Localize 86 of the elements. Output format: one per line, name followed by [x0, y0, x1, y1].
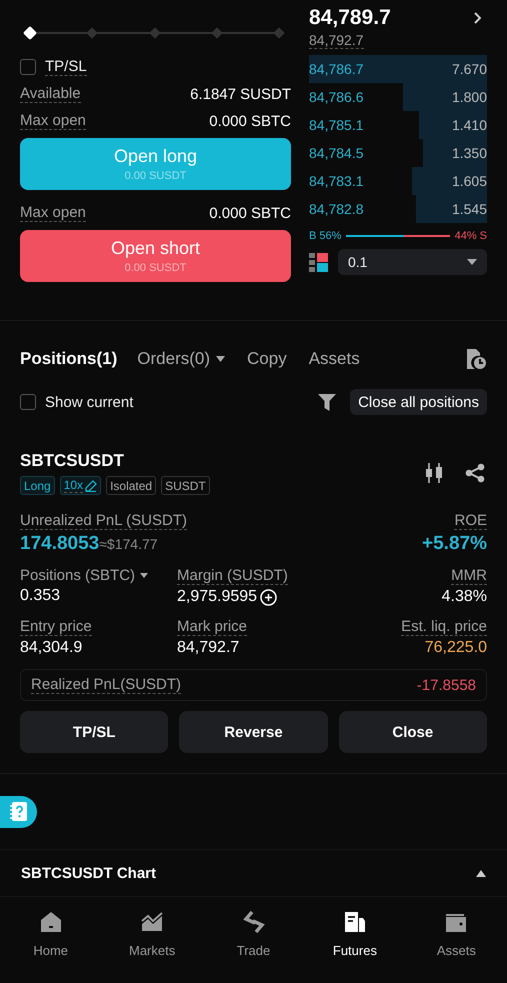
- bid-quantity: 1.545: [452, 201, 487, 217]
- tpsl-checkbox[interactable]: [20, 59, 36, 75]
- depth-bar: [416, 195, 487, 223]
- nav-item[interactable]: Assets: [406, 897, 507, 976]
- show-current-label: Show current: [45, 394, 134, 410]
- liquidation-price-label: Est. liq. price: [401, 618, 487, 636]
- max-open-label: Max open: [20, 204, 86, 222]
- document-icon: [344, 911, 366, 933]
- realized-pnl-value: -17.8558: [416, 676, 476, 694]
- history-icon[interactable]: [465, 348, 487, 370]
- bid-price[interactable]: 84,785.1: [309, 117, 364, 133]
- bid-price[interactable]: 84,784.5: [309, 145, 364, 161]
- chart-section-title[interactable]: SBTCSUSDT Chart: [21, 864, 156, 882]
- tag: Isolated: [106, 476, 156, 495]
- bid-price[interactable]: 84,783.1: [309, 173, 364, 189]
- mark-price-label: Mark price: [177, 618, 248, 636]
- chevron-right-icon[interactable]: [473, 12, 481, 24]
- nav-item[interactable]: Futures: [304, 897, 406, 976]
- entry-price-label: Entry price: [20, 618, 92, 636]
- tag: SUSDT: [161, 476, 210, 495]
- wallet-icon: [445, 911, 468, 933]
- position-action-button[interactable]: Close: [338, 711, 487, 753]
- positions-size-dropdown[interactable]: Positions (SBTC): [20, 567, 148, 584]
- buy-ratio: B 56%: [309, 230, 342, 242]
- help-book-icon: [10, 802, 27, 821]
- help-button[interactable]: [0, 796, 37, 828]
- nav-item[interactable]: Markets: [101, 897, 203, 976]
- position-action-button[interactable]: Reverse: [179, 711, 328, 753]
- edit-icon: [85, 480, 98, 492]
- home-icon: [40, 911, 62, 933]
- collapse-caret-icon[interactable]: [476, 870, 486, 876]
- bid-quantity: 1.800: [452, 89, 487, 105]
- book-layout-icon[interactable]: [309, 252, 328, 272]
- candlestick-icon[interactable]: [425, 463, 444, 483]
- mark-price-value: 84,792.7: [177, 639, 240, 657]
- liquidation-price-value: 76,225.0: [424, 639, 487, 657]
- mmr-value: 4.38%: [442, 588, 487, 606]
- unrealized-pnl-value: 174.8053: [20, 533, 100, 555]
- bid-price[interactable]: 84,782.8: [309, 201, 364, 217]
- symbol-title: SBTCSUSDT: [20, 451, 125, 471]
- tab[interactable]: Copy: [247, 349, 287, 369]
- last-price: 84,789.7: [309, 6, 391, 30]
- caret-down-icon: [467, 259, 477, 265]
- tab[interactable]: Assets: [308, 349, 360, 369]
- max-open-value: 0.000 SBTC: [209, 112, 291, 130]
- max-open-label: Max open: [20, 112, 86, 130]
- roe-label: ROE: [454, 512, 487, 530]
- precision-dropdown[interactable]: 0.1: [338, 249, 487, 275]
- side-tag: Long: [20, 476, 55, 495]
- bid-price[interactable]: 84,786.7: [309, 61, 364, 77]
- max-open-value: 0.000 SBTC: [209, 204, 291, 222]
- tpsl-label: TP/SL: [45, 58, 87, 76]
- mmr-label: MMR: [451, 567, 487, 585]
- add-margin-icon[interactable]: [260, 588, 278, 606]
- tab[interactable]: Orders(0): [137, 349, 226, 369]
- bid-quantity: 1.605: [452, 173, 487, 189]
- caret-down-icon: [140, 573, 148, 578]
- swap-icon: [242, 911, 265, 933]
- entry-price-value: 84,304.9: [20, 639, 82, 657]
- bid-quantity: 1.350: [452, 145, 487, 161]
- available-label: Available: [20, 85, 81, 103]
- filter-icon[interactable]: [318, 394, 336, 410]
- usd-equivalent: ≈$174.77: [99, 536, 158, 552]
- margin-value: 2,975.9595: [177, 588, 258, 606]
- bid-quantity: 1.410: [452, 117, 487, 133]
- leverage-slider[interactable]: [22, 25, 287, 41]
- show-current-checkbox[interactable]: [20, 394, 36, 410]
- leverage-tag[interactable]: 10x: [60, 476, 102, 495]
- unrealized-pnl-label: Unrealized PnL (SUSDT): [20, 512, 187, 530]
- close-all-positions-button[interactable]: Close all positions: [350, 389, 487, 415]
- positions-size-value: 0.353: [20, 587, 60, 605]
- mark-price: 84,792.7: [309, 32, 364, 49]
- nav-item[interactable]: Trade: [202, 897, 304, 976]
- available-value: 6.1847 SUSDT: [190, 86, 291, 102]
- nav-item[interactable]: Home: [0, 897, 102, 976]
- position-action-button[interactable]: TP/SL: [20, 711, 168, 753]
- bid-price[interactable]: 84,786.6: [309, 89, 364, 105]
- realized-pnl-label: Realized PnL(SUSDT): [31, 676, 182, 694]
- bid-quantity: 7.670: [452, 61, 487, 77]
- margin-label: Margin (SUSDT): [177, 567, 288, 585]
- share-icon[interactable]: [465, 463, 485, 483]
- tab[interactable]: Positions(1): [20, 349, 118, 369]
- caret-down-icon: [216, 356, 226, 362]
- roe-value: +5.87%: [422, 533, 487, 555]
- sell-ratio: 44% S: [454, 230, 487, 242]
- chart-icon: [141, 911, 164, 933]
